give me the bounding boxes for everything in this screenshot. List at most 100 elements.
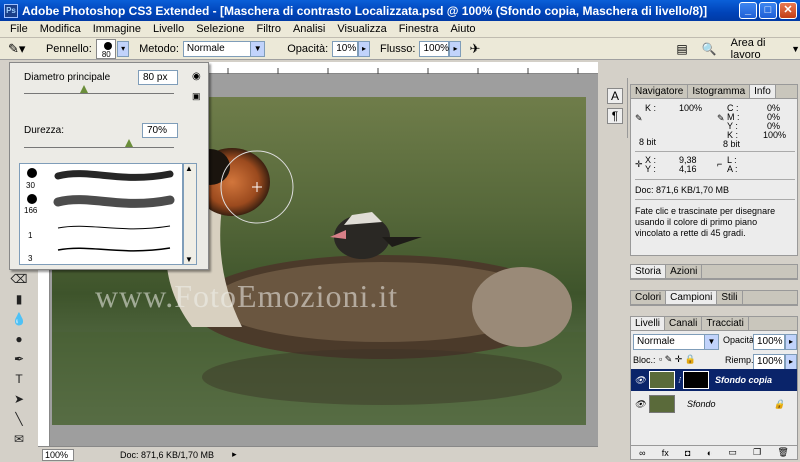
menu-finestra[interactable]: Finestra [393,23,445,35]
brush-tool-icon[interactable]: ✎▾ [8,41,28,57]
brush-preset-list[interactable]: 30 166 1 3 [19,163,183,265]
layers-panel: Livelli Canali Tracciati Normale ▼ Opacit… [630,316,798,460]
maximize-button[interactable]: □ [759,2,777,19]
diameter-field[interactable]: 80 px [138,70,178,85]
type-tool-icon[interactable]: T [8,370,30,388]
tab-azioni[interactable]: Azioni [666,265,703,278]
crosshair-icon: ✛ [635,159,643,169]
link-layers-icon[interactable]: ∞ [639,448,645,458]
tab-info[interactable]: Info [750,85,776,98]
opacity-field[interactable]: 10% [332,40,358,57]
tab-stili[interactable]: Stili [717,291,743,304]
menu-modifica[interactable]: Modifica [34,23,87,35]
blur-tool-icon[interactable]: 💧 [8,310,30,328]
menu-filtro[interactable]: Filtro [251,23,287,35]
layer-opacity-field[interactable]: 100% [753,334,785,350]
blend-mode-value: Normale [637,336,675,347]
flow-arrow[interactable]: ▸ [449,40,462,57]
preset-list-scrollbar[interactable]: ▲ ▼ [183,163,197,265]
close-button[interactable]: ✕ [779,2,797,19]
menu-analisi[interactable]: Analisi [287,23,331,35]
fill-arrow[interactable]: ▸ [785,354,797,370]
trash-icon[interactable]: 🗑 [777,447,788,458]
method-label: Metodo: [139,42,179,55]
lock-icons[interactable]: ▫ ✎ ✛ 🔒 [659,354,696,365]
brush-stroke-previews [53,170,175,252]
notes-tool-icon[interactable]: ✉ [8,430,30,448]
layer-mask-thumbnail[interactable] [683,371,709,389]
flow-field[interactable]: 100% [419,40,450,57]
scroll-up-icon[interactable]: ▲ [185,164,193,173]
layer-opacity-label: Opacità: [723,335,757,345]
layer-name[interactable]: Sfondo [687,399,716,409]
path-select-tool-icon[interactable]: ➤ [8,390,30,408]
adjustment-layer-icon[interactable]: ◐ [707,448,712,458]
fill-field[interactable]: 100% [753,354,785,370]
status-arrow-icon[interactable]: ▸ [232,449,237,460]
new-group-icon[interactable]: ▭ [728,447,737,458]
tab-livelli[interactable]: Livelli [631,317,666,330]
watermark-text: www.FotoEmozioni.it [95,278,399,314]
character-panel-icon[interactable]: A [607,88,623,104]
layer-lock-icon: 🔒 [773,398,785,409]
panel-menu-icon[interactable]: ◉ [192,71,201,82]
save-preset-icon[interactable]: ▣ [192,91,201,102]
info-a-label: A : [727,164,738,174]
info-divider [635,151,795,152]
tab-canali[interactable]: Canali [665,317,703,330]
tab-storia[interactable]: Storia [631,265,667,278]
zoom-level[interactable]: 100% [42,448,74,461]
pen-tool-icon[interactable]: ✒ [8,350,30,368]
menu-selezione[interactable]: Selezione [190,23,250,35]
layer-thumbnail [649,395,675,413]
title-bar: Ps Adobe Photoshop CS3 Extended - [Masch… [0,0,800,21]
hardness-field[interactable]: 70% [142,123,178,138]
fx-icon[interactable]: fx [662,448,669,458]
mask-link-icon[interactable]: ⁝ [675,375,683,386]
minimize-button[interactable]: _ [739,2,757,19]
menu-aiuto[interactable]: Aiuto [444,23,481,35]
tab-colori[interactable]: Colori [631,291,667,304]
paragraph-panel-icon[interactable]: ¶ [607,108,623,124]
lock-label: Bloc.: [633,355,656,365]
airbrush-icon[interactable]: ✈ [469,41,480,57]
add-mask-icon[interactable]: ◘ [685,448,690,458]
dodge-tool-icon[interactable]: ● [8,330,30,348]
tab-tracciati[interactable]: Tracciati [702,317,749,330]
hardness-slider[interactable] [24,147,174,148]
menu-visualizza[interactable]: Visualizza [331,23,392,35]
tab-navigatore[interactable]: Navigatore [631,85,689,98]
layer-row-sfondo[interactable]: 👁 Sfondo 🔒 [631,393,797,415]
line-tool-icon[interactable]: ╲ [8,410,30,428]
layer-opacity-arrow[interactable]: ▸ [785,334,797,350]
menu-immagine[interactable]: Immagine [87,23,147,35]
workspace-chevron-icon[interactable]: ▼ [791,44,800,54]
palette-well-icon[interactable]: ▤ [676,42,687,56]
bridge-icon[interactable]: 🔍 [702,42,717,56]
hardness-slider-thumb[interactable] [125,139,133,147]
opacity-arrow[interactable]: ▸ [358,40,370,57]
hardness-label: Durezza: [24,125,65,136]
flow-value: 100% [423,42,450,54]
menu-file[interactable]: File [4,23,34,35]
new-layer-icon[interactable]: ❐ [753,447,761,458]
menu-livello[interactable]: Livello [147,23,190,35]
layer-name[interactable]: Sfondo copia [715,375,772,385]
eraser-tool-icon[interactable]: ⌫ [8,270,30,288]
gradient-tool-icon[interactable]: ▮ [8,290,30,308]
brush-picker[interactable]: 80 [95,38,117,59]
layer-row-sfondo-copia[interactable]: 👁 ⁝ Sfondo copia [631,369,797,391]
blend-mode-select[interactable]: Normale ▼ [633,334,719,350]
visibility-eye-icon[interactable]: 👁 [631,375,649,386]
brush-picker-arrow[interactable]: ▾ [117,40,130,57]
diameter-slider[interactable] [24,93,174,94]
info-divider-2 [635,179,795,180]
tab-campioni[interactable]: Campioni [666,291,718,304]
fill-value: 100% [757,356,783,367]
visibility-eye-icon[interactable]: 👁 [631,399,649,410]
scroll-down-icon[interactable]: ▼ [185,255,193,264]
tab-istogramma[interactable]: Istogramma [688,85,751,98]
workspace-label[interactable]: Area di lavoro [731,37,787,61]
method-select[interactable]: Normale ▼ [182,40,266,57]
diameter-slider-thumb[interactable] [80,85,88,93]
